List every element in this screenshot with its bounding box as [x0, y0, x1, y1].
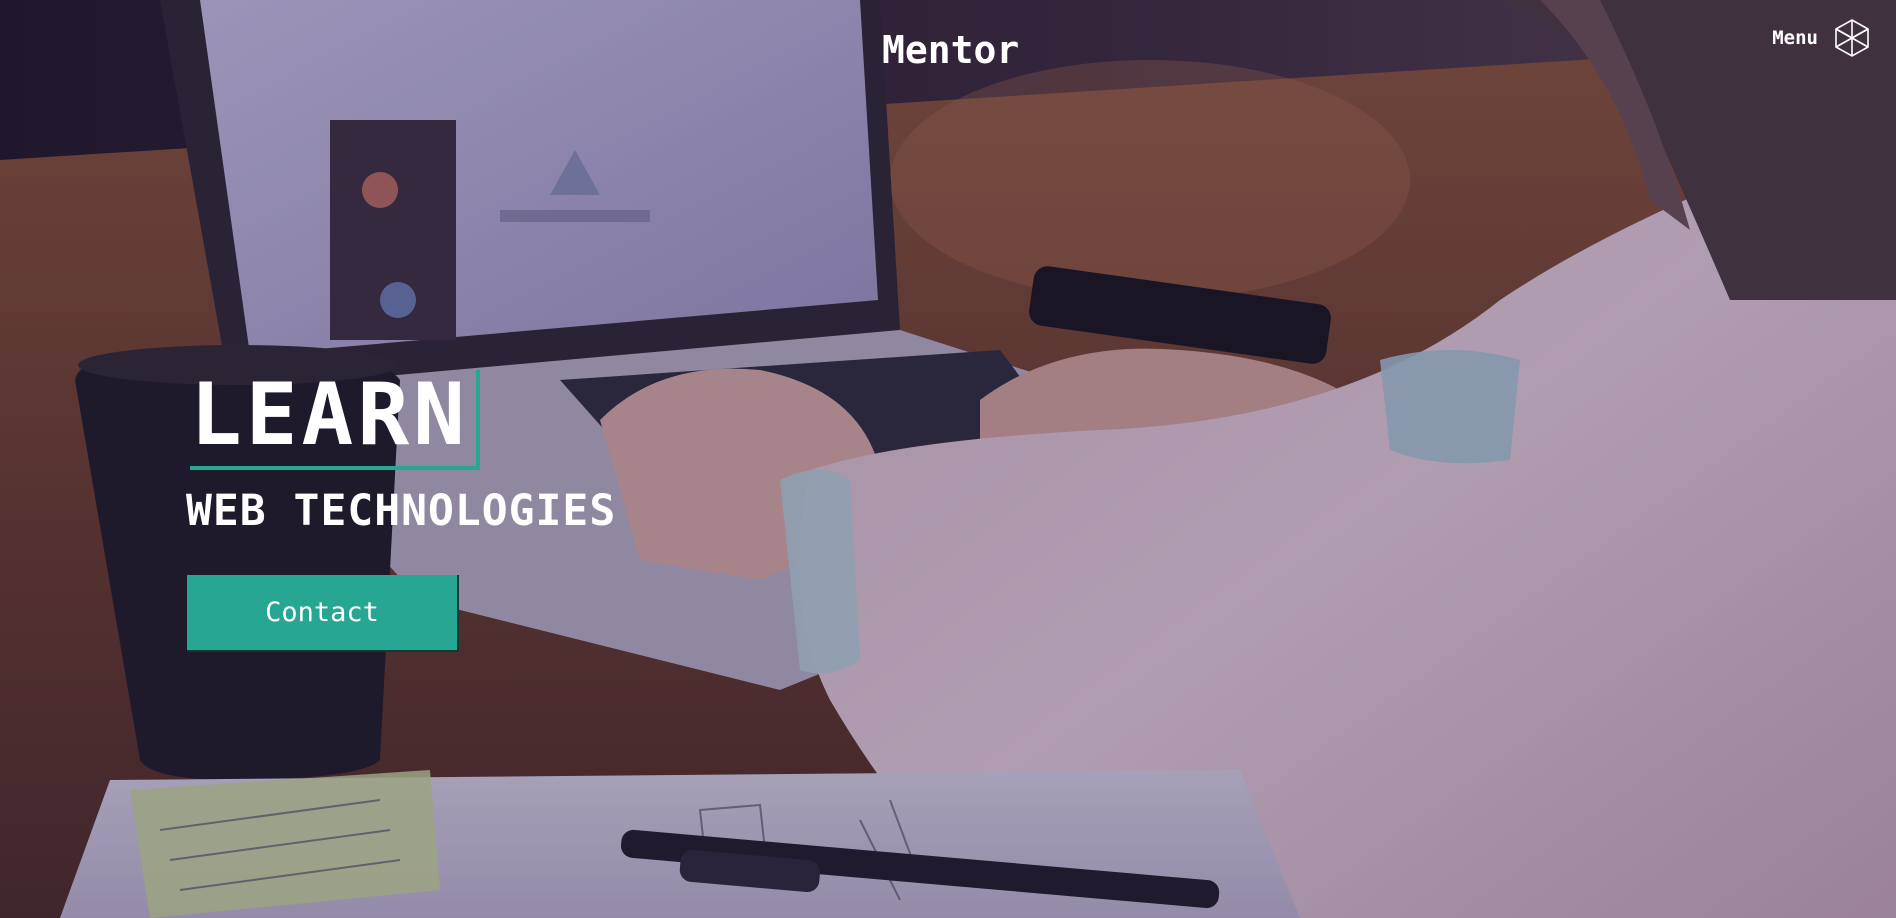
hero-subheadline: WEB TECHNOLOGIES: [186, 486, 617, 536]
menu-label[interactable]: Menu: [1772, 27, 1818, 49]
hero-headline: LEARN: [190, 365, 469, 465]
hexagon-wireframe-icon[interactable]: [1832, 18, 1872, 58]
hero-headline-frame: LEARN: [190, 370, 480, 470]
menu-button[interactable]: Menu: [1772, 18, 1872, 58]
hero-section: Mentor Menu LEARN WEB TECHNOLOGIES Conta…: [0, 0, 1896, 918]
brand-logo[interactable]: Mentor: [882, 28, 1019, 72]
contact-button[interactable]: Contact: [187, 575, 459, 652]
